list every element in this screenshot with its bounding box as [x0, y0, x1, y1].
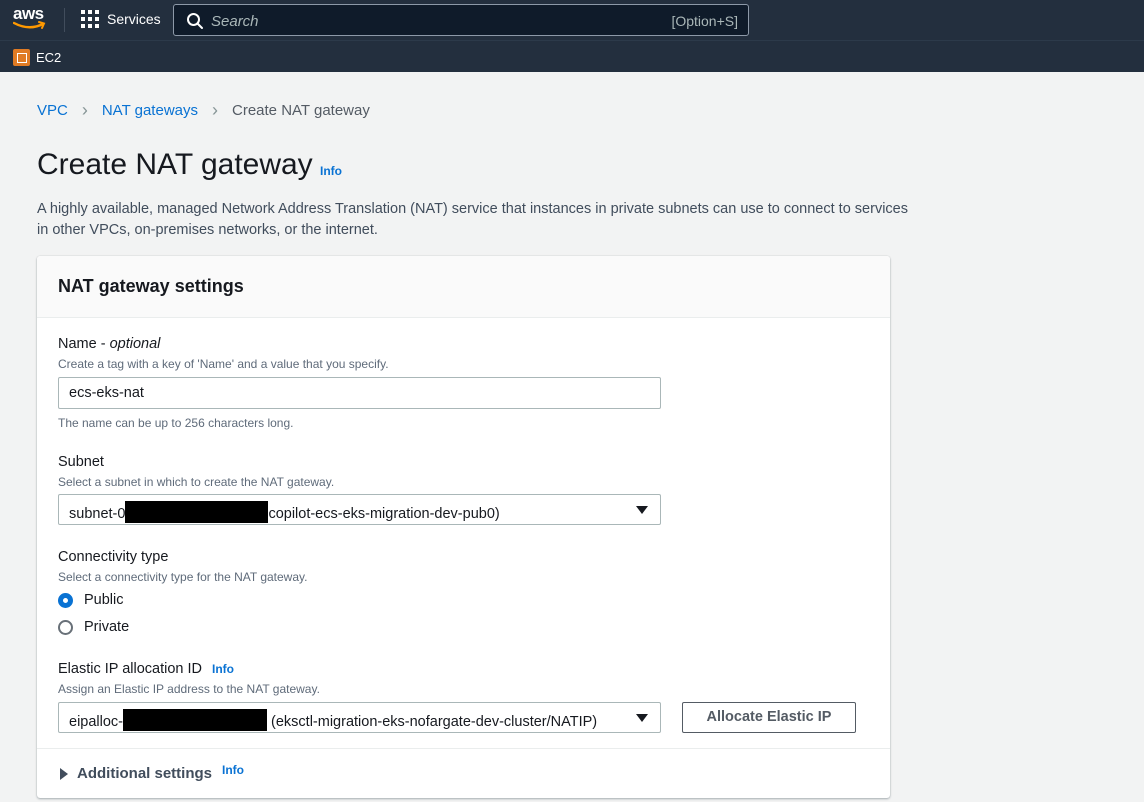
breadcrumb-nat-gateways[interactable]: NAT gateways [102, 102, 198, 119]
radio-public[interactable]: Public [58, 592, 124, 608]
nat-gateway-settings-panel: NAT gateway settings Name - optional Cre… [37, 256, 890, 798]
search-shortcut: [Option+S] [671, 13, 738, 29]
redaction-block [125, 501, 269, 523]
top-navigation: aws Services Search [Option+S] [0, 0, 1144, 40]
radio-unselected-icon [58, 619, 73, 635]
subnet-value-suffix: copilot-ecs-eks-migration-dev-pub0) [268, 506, 500, 522]
page-description: A highly available, managed Network Addr… [37, 201, 908, 238]
breadcrumb-current: Create NAT gateway [232, 102, 370, 119]
elastic-ip-value-suffix: (eksctl-migration-eks-nofargate-dev-clus… [267, 714, 598, 730]
additional-settings-info-link[interactable]: Info [222, 763, 244, 777]
breadcrumb: VPC › NAT gateways › Create NAT gateway [37, 100, 370, 120]
chevron-right-icon: › [81, 100, 88, 120]
connectivity-label: Connectivity type [58, 549, 169, 565]
search-icon [187, 13, 203, 29]
radio-private[interactable]: Private [58, 619, 129, 635]
subnet-hint: Select a subnet in which to create the N… [58, 475, 335, 489]
elastic-ip-select[interactable]: eipalloc- (eksctl-migration-eks-nofargat… [58, 702, 661, 733]
ec2-service-link[interactable]: EC2 [36, 50, 61, 65]
grid-icon [81, 10, 99, 28]
allocate-elastic-ip-button[interactable]: Allocate Elastic IP [682, 702, 856, 733]
aws-logo-text: aws [13, 4, 44, 23]
services-menu-button[interactable]: Services [81, 10, 161, 28]
ec2-icon[interactable] [13, 49, 30, 66]
search-input[interactable]: Search [Option+S] [173, 4, 749, 36]
radio-private-label: Private [84, 619, 130, 635]
subnet-value-prefix: subnet-0 [69, 506, 126, 522]
connectivity-hint: Select a connectivity type for the NAT g… [58, 570, 308, 584]
radio-public-label: Public [84, 592, 124, 608]
aws-smile-icon [13, 21, 46, 29]
breadcrumb-vpc[interactable]: VPC [37, 102, 68, 119]
nav-divider [64, 8, 65, 32]
page-title: Create NAT gateway [37, 148, 313, 181]
name-input[interactable]: ecs-eks-nat [58, 377, 661, 409]
radio-selected-icon [58, 592, 73, 608]
caret-down-icon [636, 714, 648, 722]
name-hint: Create a tag with a key of 'Name' and a … [58, 357, 389, 371]
additional-settings-label: Additional settings [77, 765, 212, 782]
search-placeholder: Search [211, 13, 259, 30]
additional-settings-expander[interactable]: Additional settings Info [60, 763, 244, 782]
elastic-ip-value-prefix: eipalloc- [69, 714, 123, 730]
name-label: Name - optional [58, 336, 161, 352]
name-constraint: The name can be up to 256 characters lon… [58, 416, 294, 430]
caret-down-icon [636, 506, 648, 514]
title-info-link[interactable]: Info [320, 164, 342, 178]
subnet-label: Subnet [58, 454, 104, 470]
chevron-right-icon: › [212, 100, 218, 120]
divider [37, 748, 890, 749]
elastic-ip-hint: Assign an Elastic IP address to the NAT … [58, 682, 320, 696]
aws-logo[interactable]: aws [13, 4, 49, 32]
caret-right-icon [60, 767, 68, 780]
subnet-select[interactable]: subnet-0 copilot-ecs-eks-migration-dev-pu… [58, 494, 661, 525]
redaction-block [123, 709, 267, 731]
service-bar: EC2 [0, 40, 1144, 72]
panel-header: NAT gateway settings [37, 256, 890, 318]
services-label: Services [107, 11, 161, 27]
elastic-ip-info-link[interactable]: Info [212, 662, 234, 676]
panel-title: NAT gateway settings [58, 276, 244, 296]
elastic-ip-label: Elastic IP allocation ID Info [58, 661, 234, 677]
